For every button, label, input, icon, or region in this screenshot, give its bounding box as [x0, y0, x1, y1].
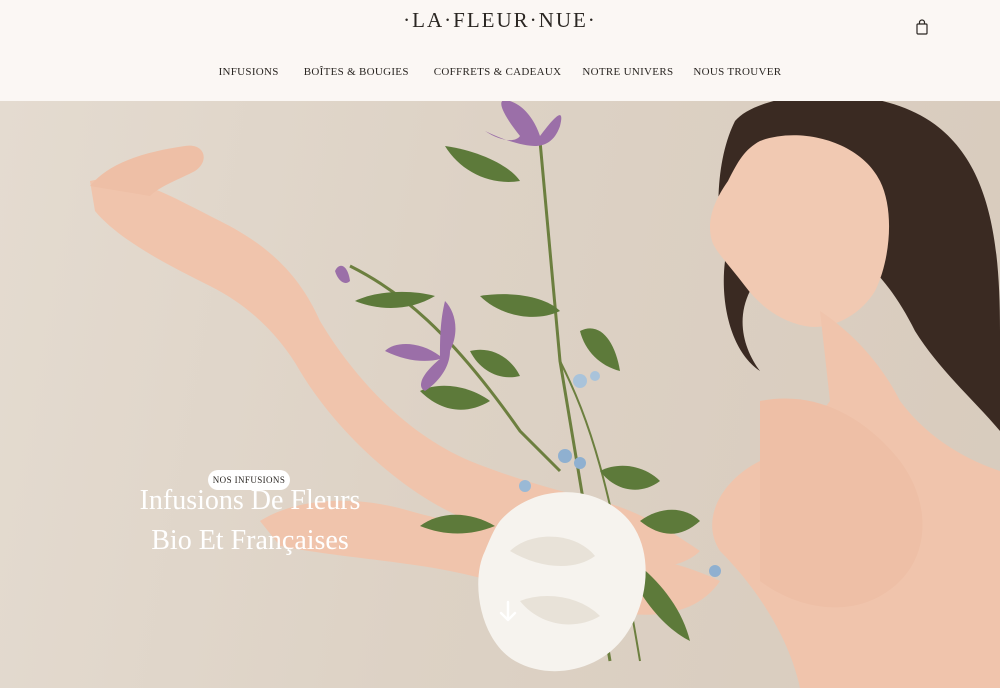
nav-item-infusions[interactable]: INFUSIONS	[219, 66, 279, 78]
nav-item-notre-univers[interactable]: NOTRE UNIVERS	[582, 66, 673, 78]
hero-title-line2: Bio Et Françaises	[151, 525, 349, 556]
site-header: ·LA·FLEUR·NUE· INFUSIONS BOÎTES & BOUGIE…	[0, 0, 1000, 101]
nav-item-coffrets-cadeaux[interactable]: COFFRETS & CADEAUX	[434, 66, 562, 78]
main-nav: INFUSIONS BOÎTES & BOUGIES COFFRETS & CA…	[0, 66, 1000, 78]
brand-logo[interactable]: ·LA·FLEUR·NUE·	[0, 8, 1000, 33]
nos-infusions-button[interactable]: NOS INFUSIONS	[208, 470, 290, 490]
nav-item-boites-bougies[interactable]: BOÎTES & BOUGIES	[304, 66, 409, 78]
nav-item-nous-trouver[interactable]: NOUS TROUVER	[693, 66, 781, 78]
arrow-down-icon[interactable]	[498, 600, 518, 624]
hero-title: Infusions De Fleurs Bio Et Françaises	[100, 481, 400, 561]
shopping-bag-icon[interactable]	[915, 19, 929, 35]
